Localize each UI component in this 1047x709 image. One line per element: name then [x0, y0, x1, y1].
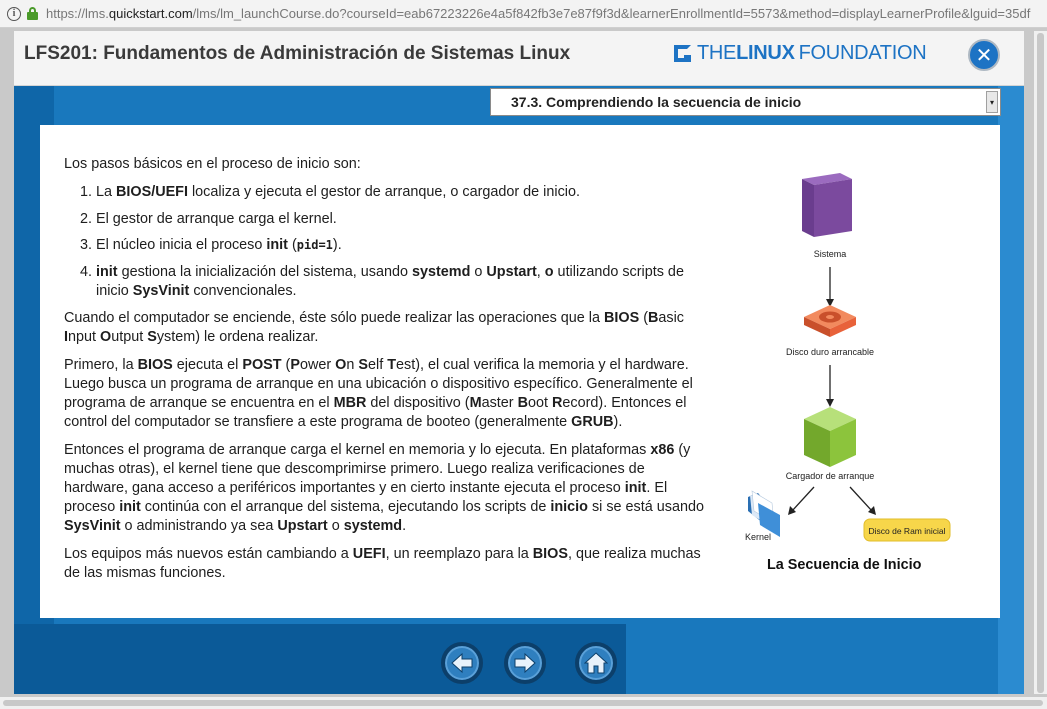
- label-ram: Disco de Ram inicial: [869, 526, 946, 536]
- close-icon[interactable]: ✕: [968, 39, 1000, 71]
- step-item: La BIOS/UEFI localiza y ejecuta el gesto…: [96, 183, 704, 202]
- label-kernel: Kernel: [745, 532, 771, 542]
- kernel-folder-icon: [748, 490, 780, 537]
- course-title: LFS201: Fundamentos de Administración de…: [24, 43, 571, 64]
- course-player: LFS201: Fundamentos de Administración de…: [14, 31, 1024, 694]
- label-sistema: Sistema: [814, 249, 847, 259]
- next-button[interactable]: [504, 642, 546, 684]
- paragraph-bios-post: Primero, la BIOS ejecuta el POST (Power …: [64, 356, 693, 430]
- previous-button[interactable]: [441, 642, 483, 684]
- steps-list: La BIOS/UEFI localiza y ejecuta el gesto…: [64, 183, 704, 301]
- label-disco: Disco duro arrancable: [786, 347, 874, 357]
- section-dropdown[interactable]: 37.3. Comprendiendo la secuencia de inic…: [490, 88, 1001, 116]
- diagram-caption: La Secuencia de Inicio: [767, 557, 922, 573]
- paragraph-kernel-load: Entonces el programa de arranque carga e…: [64, 441, 704, 534]
- chevron-down-icon[interactable]: ▾: [986, 91, 998, 113]
- arrow-right-icon: [514, 652, 536, 674]
- linux-foundation-mark-icon: [674, 45, 691, 62]
- server-icon: [802, 173, 852, 237]
- arrow-left-icon: [451, 652, 473, 674]
- brand-text: THELINUX FOUNDATION: [697, 42, 927, 64]
- linux-foundation-logo: THELINUX FOUNDATION: [674, 42, 927, 65]
- url-prefix: https://lms.: [46, 6, 109, 21]
- step-item: El núcleo inicia el proceso init (pid=1)…: [96, 236, 704, 255]
- intro-paragraph: Los pasos básicos en el proceso de inici…: [64, 156, 361, 172]
- decor-stripe: [998, 86, 1024, 694]
- home-button[interactable]: [575, 642, 617, 684]
- section-dropdown-value: 37.3. Comprendiendo la secuencia de inic…: [511, 94, 802, 110]
- info-icon[interactable]: i: [7, 6, 21, 21]
- content-panel: Los pasos básicos en el proceso de inici…: [40, 125, 1000, 618]
- hard-disk-icon: [804, 305, 856, 337]
- paragraph-power-on: Cuando el computador se enciende, éste s…: [64, 309, 684, 345]
- paragraph-uefi: Los equipos más nuevos están cambiando a…: [64, 545, 701, 581]
- url-domain: quickstart.com: [108, 6, 193, 21]
- step-item: init gestiona la inicialización del sist…: [96, 263, 704, 301]
- boot-sequence-diagram: Sistema Disco duro arrancable Cargador d…: [745, 173, 951, 542]
- lock-icon: [27, 7, 38, 20]
- horizontal-scrollbar[interactable]: [0, 697, 1047, 709]
- bootloader-cube-icon: [804, 407, 856, 467]
- url-text[interactable]: https://lms.quickstart.com/lms/lm_launch…: [46, 6, 1046, 21]
- course-header: LFS201: Fundamentos de Administración de…: [14, 31, 1024, 86]
- vertical-scrollbar[interactable]: [1034, 31, 1047, 694]
- label-cargador: Cargador de arranque: [786, 471, 875, 481]
- url-path: /lms/lm_launchCourse.do?courseId=eab6722…: [192, 6, 1031, 21]
- step-item: El gestor de arranque carga el kernel.: [96, 210, 704, 229]
- lesson-text: Los pasos básicos en el proceso de inici…: [64, 155, 704, 592]
- home-icon: [584, 652, 608, 674]
- browser-address-bar[interactable]: i https://lms.quickstart.com/lms/lm_laun…: [0, 0, 1047, 28]
